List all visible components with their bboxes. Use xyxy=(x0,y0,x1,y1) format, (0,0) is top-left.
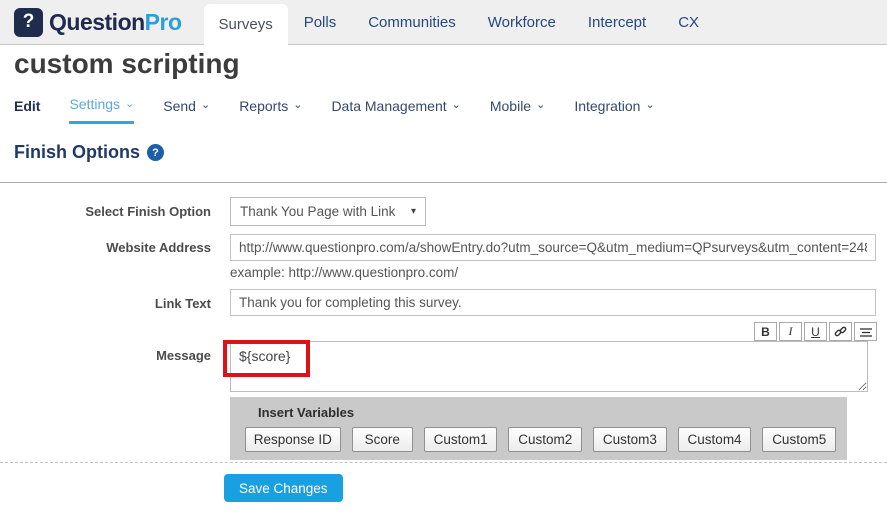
subnav-send[interactable]: Send ⌄ xyxy=(163,96,210,124)
variable-button-custom5[interactable]: Custom5 xyxy=(762,427,836,452)
chevron-down-icon: ⌄ xyxy=(536,100,545,111)
subnav-reports[interactable]: Reports ⌄ xyxy=(239,96,302,124)
link-button[interactable] xyxy=(829,322,852,341)
logo-glyph: ? xyxy=(23,11,35,33)
italic-button[interactable]: I xyxy=(779,322,802,341)
save-changes-button[interactable]: Save Changes xyxy=(224,474,343,502)
variable-button-custom4[interactable]: Custom4 xyxy=(678,427,752,452)
subnav-settings-label: Settings xyxy=(69,96,120,112)
nav-tab-communities[interactable]: Communities xyxy=(352,0,472,44)
subnav-data-management[interactable]: Data Management ⌄ xyxy=(331,96,460,124)
help-icon[interactable]: ? xyxy=(147,144,164,161)
link-icon xyxy=(834,325,847,338)
chevron-down-icon: ⌄ xyxy=(645,100,654,111)
brand-second: Pro xyxy=(145,9,182,35)
subnav-integration[interactable]: Integration ⌄ xyxy=(574,96,654,124)
subnav-edit[interactable]: Edit xyxy=(14,96,40,124)
finish-option-select[interactable]: Thank You Page with Link ▾ xyxy=(230,197,426,226)
variable-button-response-id[interactable]: Response ID xyxy=(245,427,341,452)
insert-variables-row: Response ID Score Custom1 Custom2 Custom… xyxy=(245,427,847,452)
link-text-label: Link Text xyxy=(0,296,211,311)
nav-tab-workforce[interactable]: Workforce xyxy=(472,0,572,44)
website-address-label: Website Address xyxy=(0,240,211,255)
bold-button[interactable]: B xyxy=(754,322,777,341)
subnav-data-management-label: Data Management xyxy=(331,98,446,114)
section-divider xyxy=(0,182,887,183)
subnav-edit-label: Edit xyxy=(14,98,40,114)
subnav-send-label: Send xyxy=(163,98,196,114)
insert-variables-title: Insert Variables xyxy=(230,397,847,420)
questionpro-logo-icon: ? xyxy=(14,8,43,37)
logo-wordmark: QuestionPro xyxy=(49,9,182,36)
main-nav: Surveys Polls Communities Workforce Inte… xyxy=(204,0,716,44)
subnav-mobile[interactable]: Mobile ⌄ xyxy=(490,96,545,124)
message-textarea[interactable]: ${score} xyxy=(230,341,868,392)
section-title: Finish Options xyxy=(14,142,140,163)
section-head: Finish Options ? xyxy=(14,142,164,163)
insert-variables-panel: Insert Variables Response ID Score Custo… xyxy=(230,397,847,460)
brand-first: Question xyxy=(49,9,145,35)
subnav-reports-label: Reports xyxy=(239,98,288,114)
finish-option-value: Thank You Page with Link xyxy=(240,204,411,219)
questionpro-settings-page: ? QuestionPro Surveys Polls Communities … xyxy=(0,0,887,515)
align-button[interactable] xyxy=(854,322,877,341)
chevron-down-icon: ⌄ xyxy=(293,100,302,111)
website-address-hint: example: http://www.questionpro.com/ xyxy=(230,265,458,280)
page-title: custom scripting xyxy=(14,48,240,80)
chevron-down-icon: ⌄ xyxy=(125,99,134,110)
nav-tab-intercept[interactable]: Intercept xyxy=(572,0,662,44)
variable-button-custom1[interactable]: Custom1 xyxy=(424,427,498,452)
subnav-integration-label: Integration xyxy=(574,98,640,114)
chevron-down-icon: ⌄ xyxy=(452,100,461,111)
underline-button[interactable]: U xyxy=(804,322,827,341)
top-header: ? QuestionPro Surveys Polls Communities … xyxy=(0,0,887,45)
variable-button-score[interactable]: Score xyxy=(352,427,413,452)
chevron-down-icon: ⌄ xyxy=(201,100,210,111)
variable-button-custom3[interactable]: Custom3 xyxy=(593,427,667,452)
nav-tab-cx[interactable]: CX xyxy=(662,0,715,44)
link-text-input[interactable] xyxy=(230,289,876,316)
nav-tab-polls[interactable]: Polls xyxy=(288,0,353,44)
subnav-settings[interactable]: Settings ⌄ xyxy=(69,96,134,124)
select-arrow-icon: ▾ xyxy=(411,206,416,217)
bottom-divider xyxy=(0,462,887,463)
subnav-mobile-label: Mobile xyxy=(490,98,531,114)
align-icon xyxy=(860,326,872,338)
nav-tab-surveys[interactable]: Surveys xyxy=(204,4,288,45)
finish-option-label: Select Finish Option xyxy=(0,204,211,219)
questionpro-logo[interactable]: ? QuestionPro xyxy=(0,0,182,44)
message-format-toolbar: B I U xyxy=(752,322,877,341)
website-address-input[interactable] xyxy=(230,234,876,261)
variable-button-custom2[interactable]: Custom2 xyxy=(508,427,582,452)
message-label: Message xyxy=(0,348,211,363)
survey-subnav: Edit Settings ⌄ Send ⌄ Reports ⌄ Data Ma… xyxy=(14,96,684,124)
